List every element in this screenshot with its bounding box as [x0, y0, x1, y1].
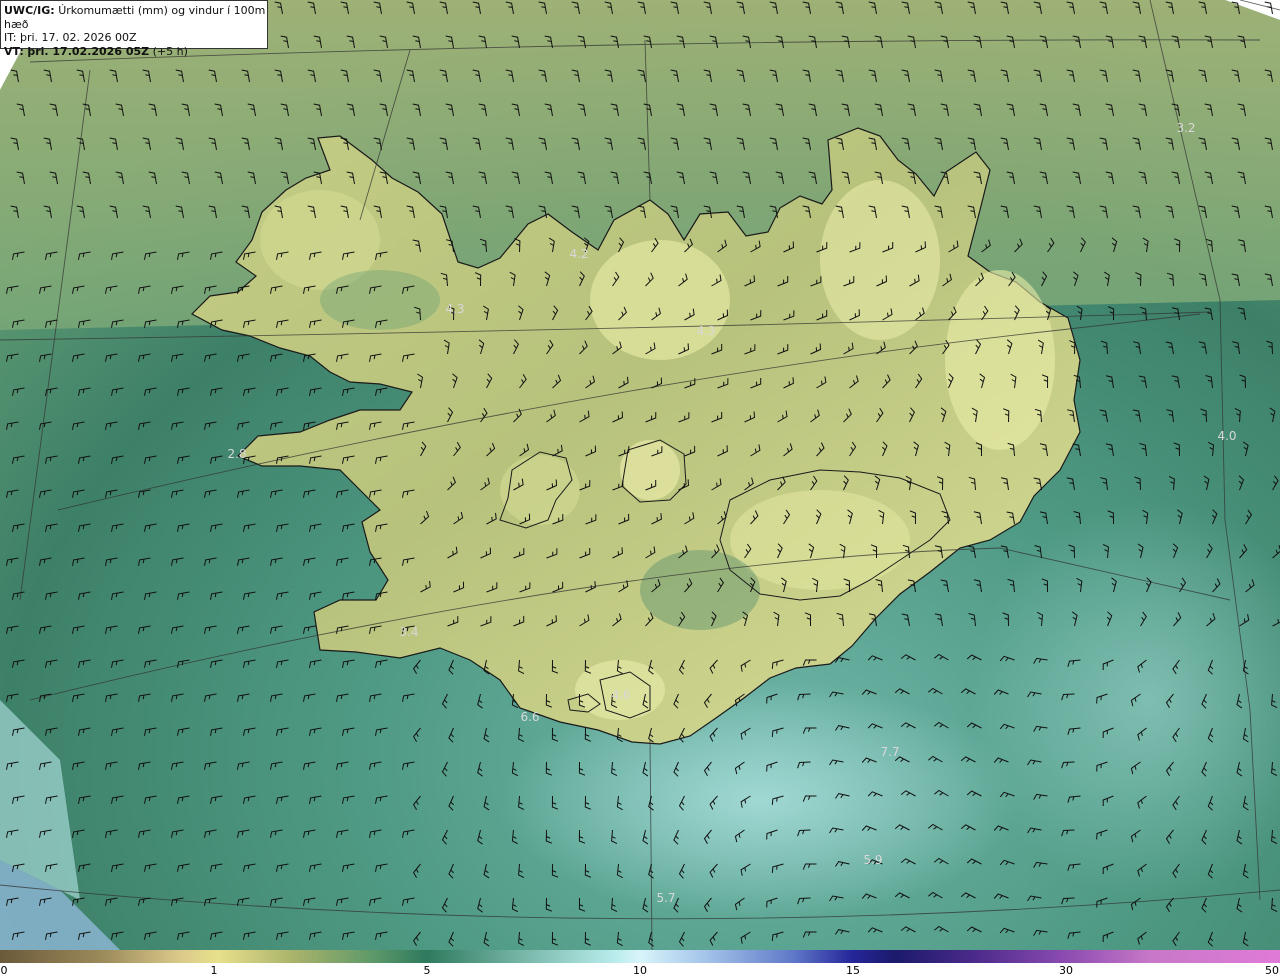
weather-map — [0, 0, 1280, 950]
init-time-line: IT: þri. 17. 02. 2026 00Z — [4, 31, 267, 45]
colorbar-tick-label: 50 — [1265, 964, 1279, 977]
lead-time: (+5 h) — [152, 44, 188, 58]
colorbar-ticks: 0 1 5 10 15 30 50 — [0, 963, 1280, 978]
map-value-label: 7.7 — [880, 745, 900, 759]
map-value-label: 2.8 — [227, 447, 247, 461]
init-label: IT: — [4, 31, 17, 44]
map-value-label: 4.3 — [696, 324, 716, 338]
map-value-label: 4.6 — [611, 688, 631, 702]
map-value-label: 4.3 — [445, 302, 465, 316]
map-value-label: 6.6 — [520, 710, 540, 724]
map-value-label: 4.0 — [1217, 429, 1237, 443]
product-title-line: UWC/IG: Úrkomumætti (mm) og vindur í 100… — [4, 4, 267, 31]
colorbar — [0, 950, 1280, 963]
map-info-box: UWC/IG: Úrkomumætti (mm) og vindur í 100… — [0, 0, 268, 58]
map-value-label: 4.2 — [569, 247, 589, 261]
colorbar-tick-label: 30 — [1059, 964, 1073, 977]
colorbar-tick-label: 0 — [0, 964, 8, 977]
init-time: þri. 17. 02. 2026 00Z — [19, 31, 137, 44]
map-value-label: 3.2 — [1176, 121, 1196, 135]
valid-time: þri. 17.02.2026 05Z — [27, 44, 150, 58]
map-value-label: 5.7 — [656, 891, 676, 905]
model-code: UWC/IG: — [4, 4, 55, 17]
valid-label: VT: — [4, 44, 24, 58]
colorbar-tick-label: 1 — [210, 964, 218, 977]
colorbar-tick-label: 5 — [423, 964, 431, 977]
valid-time-line: VT: þri. 17.02.2026 05Z (+5 h) — [4, 45, 267, 59]
map-value-label: 3.4 — [399, 625, 419, 639]
colorbar-tick-label: 10 — [633, 964, 647, 977]
map-value-label: 5.9 — [863, 853, 883, 867]
colorbar-tick-label: 15 — [846, 964, 860, 977]
